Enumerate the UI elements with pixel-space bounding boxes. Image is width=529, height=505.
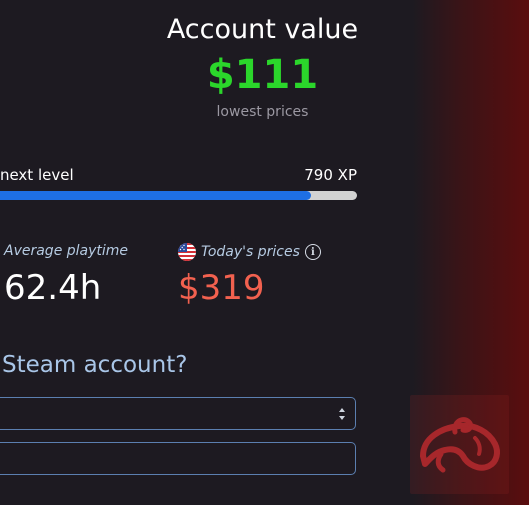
todays-prices-value: $319 [178, 268, 265, 308]
brand-logo-icon [410, 395, 509, 494]
account-value-subtitle: lowest prices [216, 104, 309, 120]
account-input[interactable] [0, 442, 356, 475]
average-playtime-value: 62.4h [4, 268, 102, 308]
level-xp-value: 790 XP [304, 166, 357, 184]
average-playtime-label-text: Average playtime [4, 243, 129, 259]
account-select[interactable] [0, 397, 356, 430]
level-progress-bar [0, 191, 357, 200]
average-playtime-label: Average playtime [4, 243, 128, 259]
level-progress-fill [0, 191, 311, 200]
info-icon[interactable]: i [304, 244, 321, 260]
todays-prices-label-text: Today's prices [201, 244, 300, 260]
steam-account-question: Steam account? [2, 352, 188, 378]
select-arrows-icon [339, 408, 345, 420]
account-value-title: Account value [166, 14, 359, 45]
todays-prices-label: Today's prices i [178, 243, 321, 261]
account-value-amount: $111 [206, 52, 319, 98]
level-progress-label: o next level [0, 166, 74, 184]
us-flag-icon [178, 243, 196, 261]
